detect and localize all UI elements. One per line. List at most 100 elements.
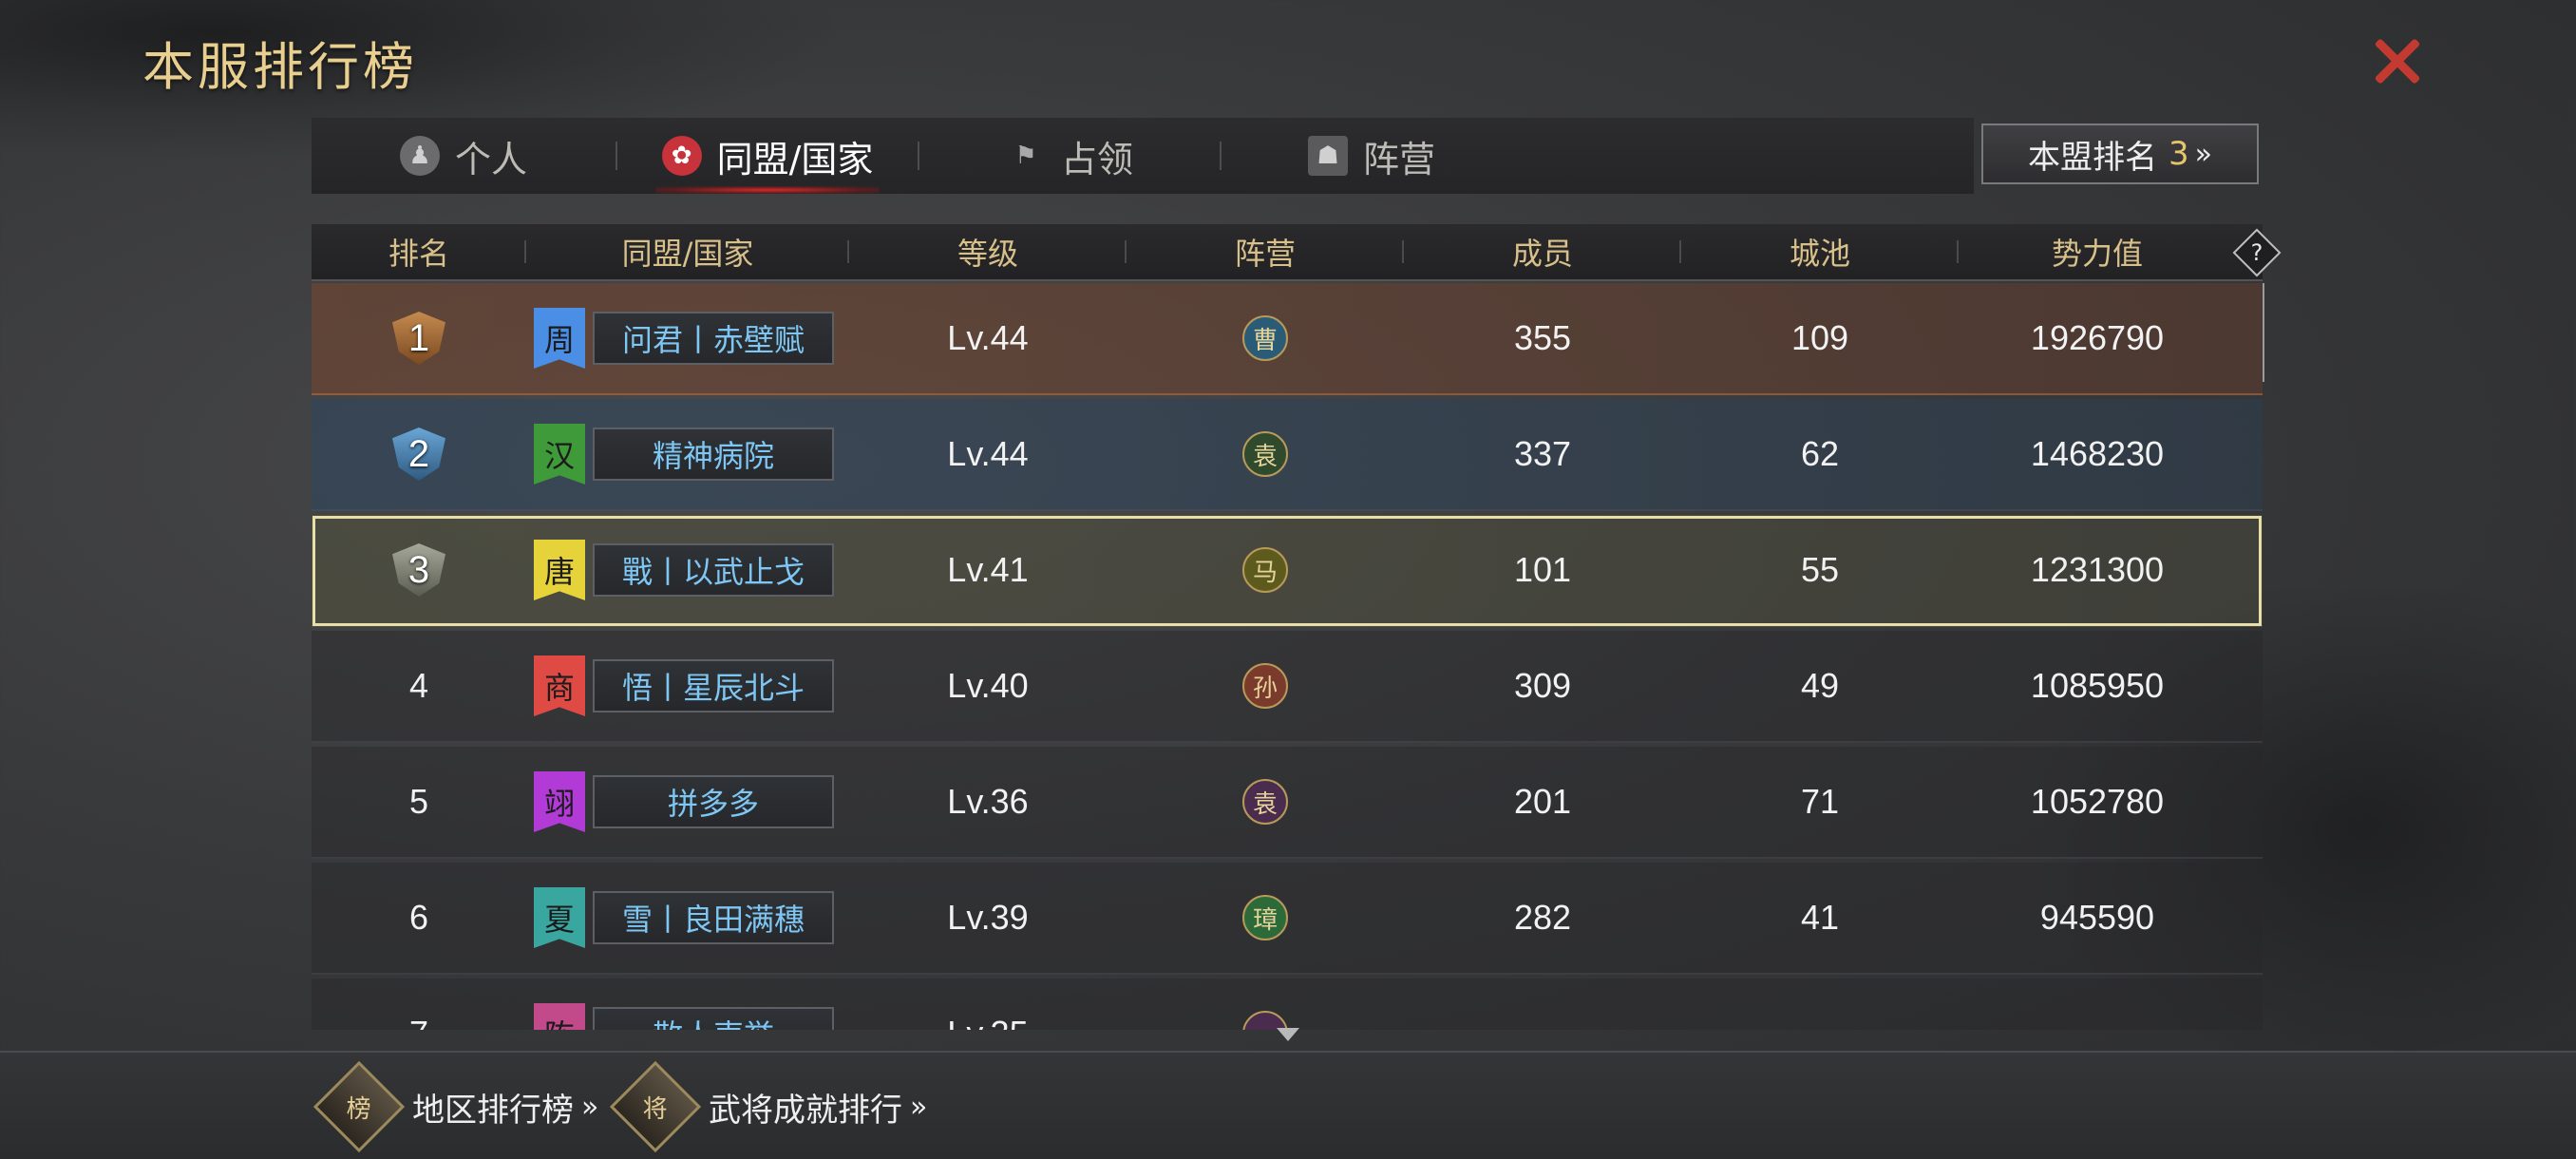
alliance-flag-icon: 周 (534, 308, 585, 369)
close-button[interactable] (2363, 28, 2430, 95)
camp-badge-icon: 袁 (1242, 431, 1288, 477)
power-cell: 1231300 (2030, 550, 2165, 589)
rank-cell: 4 (408, 666, 429, 705)
members-cell: 309 (1513, 666, 1572, 705)
power-cell: 1926790 (2030, 318, 2165, 357)
ranking-board-icon: 榜 (313, 1060, 406, 1153)
alliance-flag-icon: 夏 (534, 887, 585, 948)
camp-badge-icon: 曹 (1242, 315, 1288, 361)
alliance-name[interactable]: 戰丨以武止戈 (593, 543, 834, 597)
soldier-icon: ♟ (399, 136, 440, 176)
tab-camp[interactable]: ☗ 阵营 (1222, 118, 1522, 194)
camp-badge-icon: 马 (1242, 547, 1288, 593)
alliance-flag-icon: 翊 (534, 771, 585, 832)
regional-ranking-label: 地区排行榜 (412, 1091, 574, 1130)
alliance-name[interactable]: 雪丨良田满穗 (593, 891, 834, 944)
table-row-partial[interactable]: 7 陈 散人声誉 Lv.35 (312, 978, 2263, 1030)
members-cell: 101 (1513, 550, 1572, 589)
camp-banner-icon: ☗ (1307, 136, 1348, 176)
camp-cell: 璋 (1127, 862, 1404, 974)
level-cell: Lv.44 (947, 318, 1029, 357)
alliance-cell: 汉 精神病院 (526, 398, 849, 510)
tab-bar: ♟ 个人 ✿ 同盟/国家 ⚑ 占领 ☗ 阵营 (312, 118, 1974, 194)
alliance-cell: 周 问君丨赤壁赋 (526, 283, 849, 394)
ranking-list[interactable]: 1 周 问君丨赤壁赋 Lv.44 曹 355 109 1926790 2 汉 精… (312, 283, 2263, 1030)
alliance-cell: 陈 散人声誉 (526, 978, 849, 1030)
general-achievement-ranking-link[interactable]: 将 武将成就排行 » (609, 1053, 927, 1159)
alliance-name[interactable]: 问君丨赤壁赋 (593, 312, 834, 365)
alliance-cell: 翊 拼多多 (526, 746, 849, 858)
double-chevron-right-icon: » (2194, 137, 2212, 171)
scroll-down-arrow-icon[interactable] (1277, 1028, 1299, 1041)
power-cell (1959, 978, 2236, 1030)
members-cell: 282 (1513, 898, 1572, 937)
cities-cell: 71 (1800, 782, 1840, 821)
rank-number: 2 (407, 432, 430, 475)
rank-cell: 3 (312, 514, 526, 626)
alliance-emblem-icon: ✿ (661, 136, 702, 176)
table-row[interactable]: 2 汉 精神病院 Lv.44 袁 337 62 1468230 (312, 399, 2263, 511)
tab-occupation[interactable]: ⚑ 占领 (919, 118, 1220, 194)
regional-ranking-link[interactable]: 榜 地区排行榜 » (313, 1053, 598, 1159)
power-cell: 1052780 (2030, 782, 2165, 821)
alliance-name[interactable]: 悟丨星辰北斗 (593, 659, 834, 712)
cities-cell: 109 (1790, 318, 1849, 357)
bottom-bar: 榜 地区排行榜 » 将 武将成就排行 » (0, 1051, 2576, 1159)
alliance-flag-icon: 汉 (534, 424, 585, 484)
rank-cell: 5 (408, 782, 429, 821)
alliance-flag-icon: 商 (534, 656, 585, 716)
table-row[interactable]: 4 商 悟丨星辰北斗 Lv.40 孙 309 49 1085950 (312, 631, 2263, 743)
rank-number: 1 (407, 316, 430, 359)
camp-badge-icon: 璋 (1242, 895, 1288, 940)
column-header-rank: 排名 (312, 223, 526, 280)
alliance-cell: 商 悟丨星辰北斗 (526, 630, 849, 742)
alliance-name[interactable]: 拼多多 (593, 775, 834, 828)
table-row[interactable]: 6 夏 雪丨良田满穗 Lv.39 璋 282 41 945590 (312, 863, 2263, 975)
tab-label: 同盟/国家 (716, 138, 874, 180)
silver-rank-badge-icon: 2 (388, 428, 449, 481)
cities-cell (1681, 978, 1959, 1030)
camp-cell: 孙 (1127, 630, 1404, 742)
members-cell: 355 (1513, 318, 1572, 357)
flag-icon: ⚑ (1014, 142, 1037, 170)
rank-cell: 1 (312, 283, 526, 394)
alliance-cell: 唐 戰丨以武止戈 (526, 514, 849, 626)
cities-cell: 49 (1800, 666, 1840, 705)
table-row-own-alliance[interactable]: 3 唐 戰丨以武止戈 Lv.41 马 101 55 1231300 (312, 515, 2263, 627)
tab-personal[interactable]: ♟ 个人 (312, 118, 616, 194)
page-title: 本服排行榜 (142, 37, 418, 97)
tab-label: 占领 (1060, 138, 1133, 180)
alliance-name[interactable]: 精神病院 (593, 428, 834, 481)
alliance-flag-icon: 陈 (534, 1003, 585, 1030)
camp-badge-icon: 孙 (1242, 663, 1288, 709)
column-header-camp: 阵营 (1127, 223, 1404, 280)
table-header: 排名 同盟/国家 等级 阵营 成员 城池 势力值 (312, 224, 2263, 281)
level-cell: Lv.35 (849, 978, 1127, 1030)
camp-cell: 曹 (1127, 283, 1404, 394)
alliance-flag-icon: 唐 (534, 540, 585, 600)
cities-cell: 41 (1800, 898, 1840, 937)
gold-rank-badge-icon: 1 (388, 312, 449, 365)
camp-badge-icon: 袁 (1242, 779, 1288, 825)
scrollbar[interactable] (2263, 283, 2264, 382)
table-row[interactable]: 1 周 问君丨赤壁赋 Lv.44 曹 355 109 1926790 (312, 283, 2263, 395)
column-header-cities: 城池 (1681, 223, 1959, 280)
level-cell: Lv.44 (947, 434, 1029, 473)
help-glyph: ? (2250, 239, 2263, 266)
bronze-rank-badge-icon: 3 (388, 543, 449, 597)
table-row[interactable]: 5 翊 拼多多 Lv.36 袁 201 71 1052780 (312, 747, 2263, 859)
general-achievement-icon: 将 (609, 1060, 702, 1153)
cities-cell: 55 (1800, 550, 1840, 589)
tab-alliance-nation[interactable]: ✿ 同盟/国家 (617, 118, 918, 194)
alliance-rank-value: 3 (2169, 135, 2189, 173)
alliance-cell: 夏 雪丨良田满穗 (526, 862, 849, 974)
level-cell: Lv.39 (947, 898, 1029, 937)
level-cell: Lv.40 (947, 666, 1029, 705)
rank-cell: 7 (312, 978, 526, 1030)
general-achievement-label: 武将成就排行 (709, 1091, 902, 1130)
camp-cell: 马 (1127, 514, 1404, 626)
alliance-rank-button[interactable]: 本盟排名 3 » (1981, 124, 2259, 184)
alliance-name[interactable]: 散人声誉 (593, 1007, 834, 1030)
tab-label: 阵营 (1362, 138, 1435, 180)
members-cell: 201 (1513, 782, 1572, 821)
